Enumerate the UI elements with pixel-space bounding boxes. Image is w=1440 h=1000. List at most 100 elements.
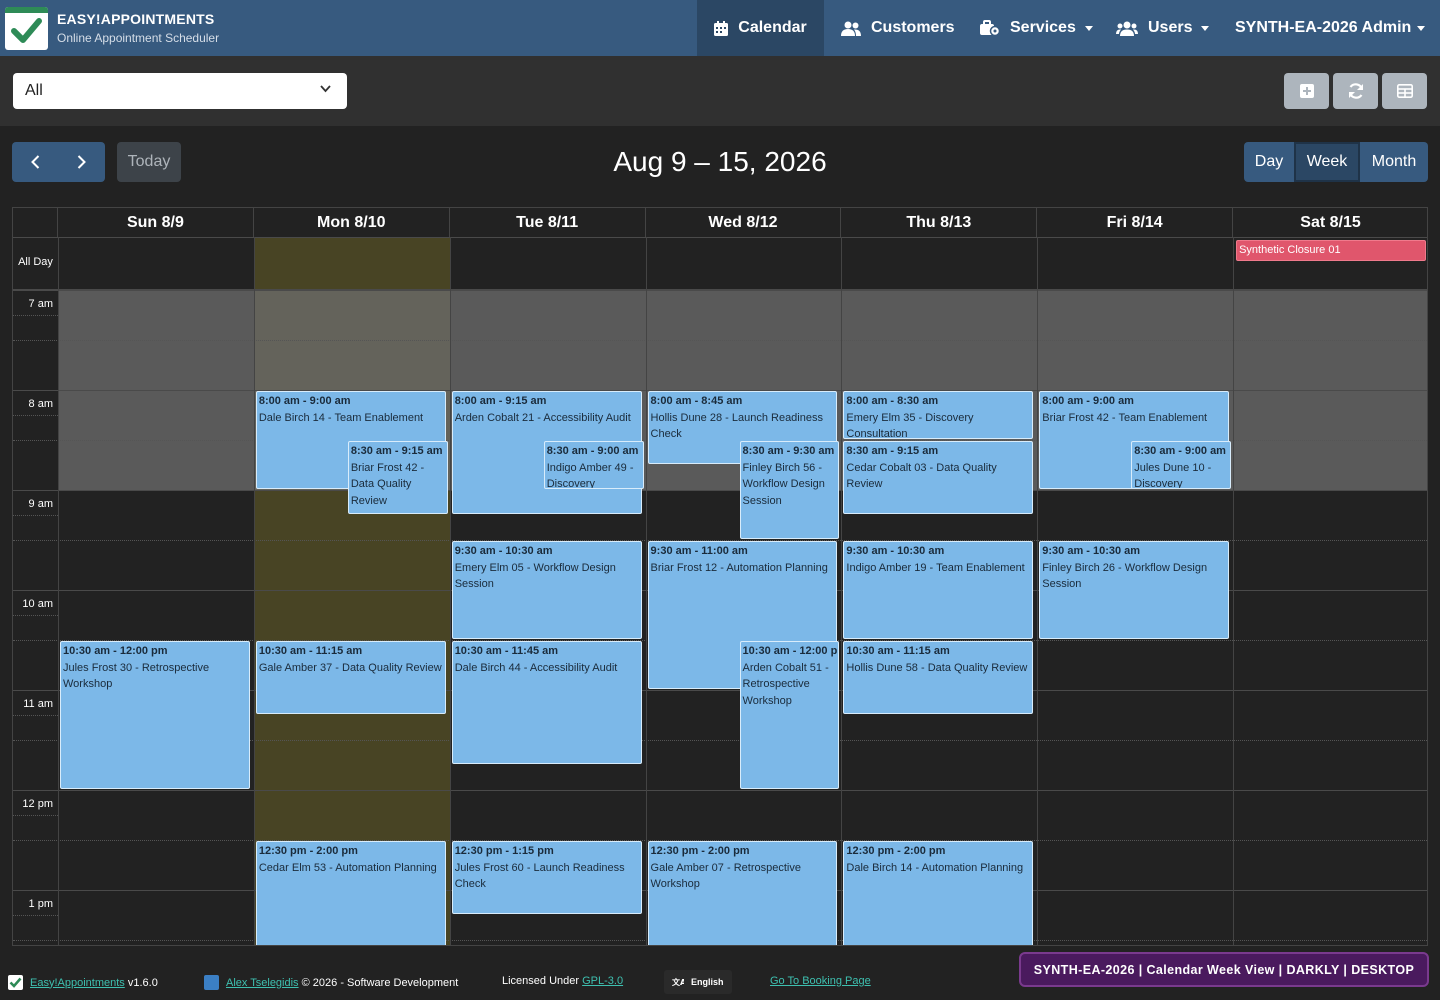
gutter-minor-line: [13, 915, 58, 916]
appointment-event[interactable]: 8:00 am - 8:30 am Emery Elm 35 - Discover…: [843, 391, 1034, 439]
nav-customers[interactable]: Customers: [841, 0, 955, 56]
appointment-time: 10:30 am - 12:00 pm: [742, 645, 840, 657]
brand-logo-icon[interactable]: [5, 7, 48, 50]
svg-text:文A: 文A: [672, 977, 684, 987]
app-version: v1.6.0: [127, 976, 158, 989]
hour-label: 12 pm: [22, 798, 53, 810]
language-selector[interactable]: 文A English: [664, 970, 732, 994]
appointment-event[interactable]: 12:30 pm - 2:00 pm Cedar Elm 53 - Automat…: [255, 841, 446, 945]
language-label: English: [691, 977, 724, 987]
appointment-event[interactable]: 8:30 am - 9:15 am Cedar Cobalt 03 - Data …: [843, 441, 1034, 514]
all-day-label: All Day: [18, 256, 53, 268]
appointment-event[interactable]: 8:30 am - 9:15 am Briar Frost 42 - Data Q…: [347, 441, 448, 514]
closure-event[interactable]: Synthetic Closure 01: [1236, 240, 1426, 261]
day-header[interactable]: Thu 8/13: [841, 208, 1038, 237]
appointment-time: 9:30 am - 11:00 am: [650, 545, 748, 557]
chevron-down-icon: [1417, 25, 1426, 31]
time-slot-line: [13, 790, 1427, 791]
appointment-title: Emery Elm 35 - Discovery Consultation: [846, 411, 974, 439]
calendar-icon: [714, 20, 729, 36]
gutter-minor-line: [13, 315, 58, 316]
add-appointment-button[interactable]: [1284, 73, 1329, 109]
appointment-time: 8:30 am - 9:15 am: [350, 445, 443, 457]
appointment-time: 8:30 am - 9:15 am: [846, 445, 939, 457]
language-icon: 文A: [672, 977, 684, 987]
appointment-time: 8:00 am - 8:30 am: [846, 395, 939, 407]
calendar-header: Today Aug 9 – 15, 2026 Day Week Month: [0, 126, 1440, 206]
services-icon: [980, 20, 1000, 36]
appointment-title: Briar Frost 12 - Automation Planning: [650, 561, 828, 574]
appointment-time: 10:30 am - 11:15 am: [258, 645, 363, 657]
day-column-divider: [1037, 208, 1039, 945]
appointment-title: Hollis Dune 28 - Launch Readiness Check: [650, 411, 823, 441]
week-view-button[interactable]: Week: [1294, 142, 1360, 182]
calendar-title: Aug 9 – 15, 2026: [613, 146, 827, 177]
nav-users-label: Users: [1148, 19, 1193, 36]
gutter-minor-line: [13, 515, 58, 516]
appointment-time: 8:00 am - 8:45 am: [650, 395, 743, 407]
plus-square-icon: [1299, 84, 1314, 98]
booking-page-link[interactable]: Go To Booking Page: [770, 975, 871, 987]
grid-corner: [13, 208, 58, 237]
appointment-event[interactable]: 10:30 am - 11:15 am Hollis Dune 58 - Data…: [843, 641, 1034, 714]
appointment-title: Briar Frost 42 - Team Enablement: [1042, 411, 1208, 424]
appointment-event[interactable]: 12:30 pm - 2:00 pm Gale Amber 07 - Retros…: [647, 841, 838, 945]
appointment-event[interactable]: 9:30 am - 10:30 am Indigo Amber 19 - Team…: [843, 541, 1034, 639]
appointment-event[interactable]: 9:30 am - 10:30 am Finley Birch 26 - Work…: [1039, 541, 1230, 639]
appointment-time: 12:30 pm - 1:15 pm: [454, 845, 554, 857]
appointment-time: 8:30 am - 9:30 am: [742, 445, 835, 457]
top-navbar: EASY!APPOINTMENTS Online Appointment Sch…: [0, 0, 1440, 56]
view-switcher: Day Week Month: [1244, 142, 1428, 182]
appointment-time: 9:30 am - 10:30 am: [454, 545, 553, 557]
day-header[interactable]: Mon 8/10: [253, 208, 450, 237]
appointment-time: 8:00 am - 9:15 am: [454, 395, 547, 407]
nav-users[interactable]: Users: [1116, 0, 1210, 56]
day-header[interactable]: Fri 8/14: [1037, 208, 1234, 237]
appointment-event[interactable]: 10:30 am - 11:15 am Gale Amber 37 - Data …: [255, 641, 446, 714]
appointment-title: Jules Dune 10 - Discovery: [1134, 461, 1212, 489]
appointment-event[interactable]: 10:30 am - 11:45 am Dale Birch 44 - Acces…: [451, 641, 642, 764]
appointment-time: 9:30 am - 10:30 am: [1042, 545, 1141, 557]
table-view-button[interactable]: [1382, 73, 1427, 109]
appointment-event[interactable]: 12:30 pm - 1:15 pm Jules Frost 60 - Launc…: [451, 841, 642, 914]
author-link[interactable]: Alex Tselegidis: [226, 977, 299, 989]
appointment-event[interactable]: 8:30 am - 9:00 am Jules Dune 10 - Discove…: [1131, 441, 1232, 489]
day-column-divider: [1233, 208, 1235, 945]
day-column-divider: [449, 208, 451, 945]
gutter-minor-line: [13, 715, 58, 716]
brand-title: EASY!APPOINTMENTS: [57, 11, 215, 27]
nav-services[interactable]: Services: [980, 0, 1093, 56]
calendar-toolbar: All: [0, 56, 1440, 126]
week-grid: Sun 8/9 Mon 8/10 Tue 8/11 Wed 8/12 Thu 8/13 F…: [12, 207, 1428, 946]
appointment-event[interactable]: 8:30 am - 9:30 am Finley Birch 56 - Workf…: [739, 441, 840, 539]
appointment-title: Jules Frost 30 - Retrospective Workshop: [63, 661, 210, 691]
appointment-event[interactable]: 10:30 am - 12:00 pm Jules Frost 30 - Retr…: [60, 641, 250, 789]
appointment-event[interactable]: 12:30 pm - 2:00 pm Dale Birch 14 - Automa…: [843, 841, 1034, 945]
table-icon: [1396, 84, 1413, 98]
appointment-title: Finley Birch 26 - Workflow Design Sessio…: [1042, 561, 1208, 591]
day-header[interactable]: Wed 8/12: [645, 208, 842, 237]
reload-button[interactable]: [1333, 73, 1378, 109]
month-view-button[interactable]: Month: [1360, 142, 1428, 182]
appointment-event[interactable]: 9:30 am - 10:30 am Emery Elm 05 - Workflo…: [451, 541, 642, 639]
appointment-title: Dale Birch 44 - Accessibility Audit: [454, 661, 618, 674]
day-header[interactable]: Sun 8/9: [58, 208, 254, 237]
appointment-event[interactable]: 10:30 am - 12:00 pm Arden Cobalt 51 - Ret…: [739, 641, 840, 789]
license-link[interactable]: GPL-3.0: [582, 975, 623, 987]
gutter-minor-line: [13, 415, 58, 416]
gutter-minor-line: [13, 815, 58, 816]
day-column-divider: [645, 208, 647, 945]
appointment-event[interactable]: 8:30 am - 9:00 am Indigo Amber 49 - Disco…: [543, 441, 644, 489]
nav-services-label: Services: [1010, 19, 1076, 36]
environment-badge: SYNTH-EA-2026 | Calendar Week View | DAR…: [1019, 952, 1429, 987]
day-header[interactable]: Tue 8/11: [449, 208, 646, 237]
appointment-title: Indigo Amber 19 - Team Enablement: [846, 561, 1025, 574]
nav-admin-menu[interactable]: SYNTH-EA-2026 Admin: [1235, 0, 1426, 56]
app-link[interactable]: Easy!Appointments: [30, 977, 125, 989]
provider-filter-select[interactable]: All: [13, 73, 347, 109]
nav-calendar[interactable]: Calendar: [697, 0, 824, 56]
day-header[interactable]: Sat 8/15: [1233, 208, 1427, 237]
hour-label: 9 am: [28, 498, 53, 510]
appointment-title: Emery Elm 05 - Workflow Design Session: [454, 561, 616, 591]
day-view-button[interactable]: Day: [1244, 142, 1294, 182]
